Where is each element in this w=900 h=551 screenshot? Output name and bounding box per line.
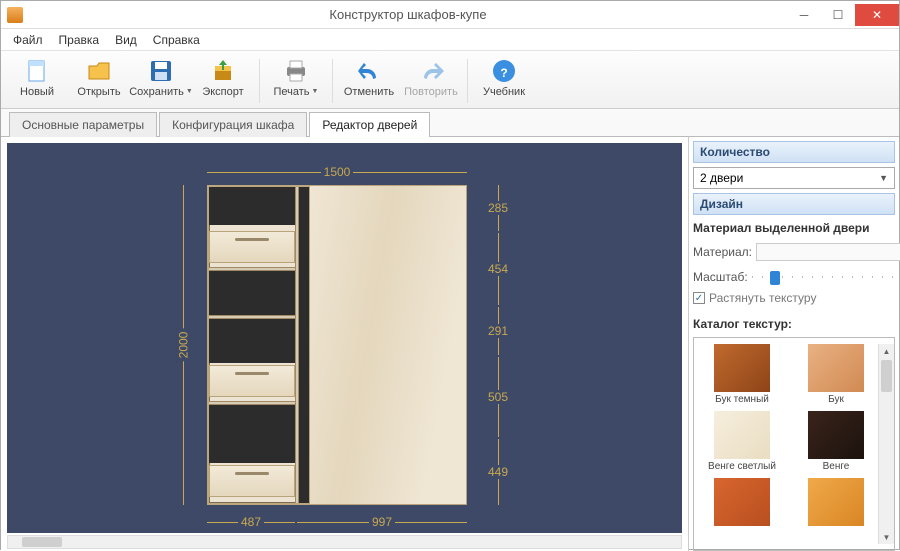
texture-thumb <box>714 478 770 526</box>
material-input[interactable] <box>756 243 900 261</box>
print-icon <box>282 57 310 85</box>
dim-col1: 487 <box>207 515 295 529</box>
door[interactable] <box>309 185 467 505</box>
dim-row: 454 <box>485 233 511 305</box>
dim-total-height: 2000 <box>167 185 200 505</box>
texture-caption: Венге <box>823 461 850 472</box>
door-count-select[interactable]: 2 двери ▼ <box>693 167 895 189</box>
app-icon <box>7 7 23 23</box>
texture-caption: Бук темный <box>715 394 769 405</box>
menubar: Файл Правка Вид Справка <box>1 29 899 51</box>
scrollbar-thumb[interactable] <box>881 360 892 392</box>
menu-view[interactable]: Вид <box>109 31 143 49</box>
menu-file[interactable]: Файл <box>7 31 49 49</box>
design-canvas[interactable]: 1500 2000 487 <box>7 143 682 533</box>
minimize-button[interactable]: ─ <box>787 4 821 26</box>
canvas-hscroll[interactable] <box>7 535 682 549</box>
tool-print[interactable]: Печать▼ <box>266 55 326 107</box>
svg-text:?: ? <box>500 66 507 80</box>
menu-help[interactable]: Справка <box>147 31 206 49</box>
texture-thumb <box>808 478 864 526</box>
undo-icon <box>355 57 383 85</box>
maximize-button[interactable]: ☐ <box>821 4 855 26</box>
texture-swatch[interactable]: Бук темный <box>700 344 784 405</box>
texture-thumb <box>714 411 770 459</box>
texture-thumb <box>714 344 770 392</box>
window-title: Конструктор шкафов-купе <box>29 7 787 22</box>
dim-row: 285 <box>485 185 511 231</box>
window-controls: ─ ☐ ✕ <box>787 4 899 26</box>
tool-tutorial[interactable]: ? Учебник <box>474 55 534 107</box>
titlebar: Конструктор шкафов-купе ─ ☐ ✕ <box>1 1 899 29</box>
main-area: 1500 2000 487 <box>1 137 899 551</box>
tab-doors[interactable]: Редактор дверей <box>309 112 430 137</box>
chevron-down-icon[interactable]: ▼ <box>312 88 319 95</box>
side-panel: Количество 2 двери ▼ Дизайн Материал выд… <box>689 137 899 551</box>
scale-label: Масштаб: <box>693 270 748 284</box>
panel-design-head: Дизайн <box>693 193 895 215</box>
scrollbar-thumb[interactable] <box>22 537 62 547</box>
close-button[interactable]: ✕ <box>855 4 899 26</box>
new-icon <box>23 57 51 85</box>
texture-swatch[interactable] <box>700 478 784 528</box>
tool-undo[interactable]: Отменить <box>339 55 399 107</box>
dim-row: 291 <box>485 307 511 355</box>
texture-swatch[interactable] <box>794 478 878 528</box>
catalog-label: Каталог текстур: <box>693 315 895 333</box>
redo-icon <box>417 57 445 85</box>
texture-swatch[interactable]: Венге светлый <box>700 411 784 472</box>
save-icon <box>147 57 175 85</box>
tool-save[interactable]: Сохранить▼ <box>131 55 191 107</box>
material-label: Материал: <box>693 245 752 259</box>
tab-strip: Основные параметры Конфигурация шкафа Ре… <box>1 109 899 137</box>
catalog-vscroll[interactable]: ▲ ▼ <box>878 344 894 544</box>
dim-row: 449 <box>485 439 511 505</box>
tab-params[interactable]: Основные параметры <box>9 112 157 137</box>
chevron-down-icon: ▼ <box>879 173 888 183</box>
drawer[interactable] <box>209 465 295 497</box>
texture-caption: Бук <box>828 394 844 405</box>
dim-col2: 997 <box>297 515 467 529</box>
canvas-wrap: 1500 2000 487 <box>1 137 689 551</box>
toolbar-separator <box>332 59 333 103</box>
dim-total-width: 1500 <box>207 165 467 179</box>
stretch-checkbox[interactable]: ✓ Растянуть текстуру <box>693 291 895 305</box>
chevron-down-icon[interactable]: ▼ <box>186 88 193 95</box>
checkbox-icon: ✓ <box>693 292 705 304</box>
texture-thumb <box>808 344 864 392</box>
open-icon <box>85 57 113 85</box>
cabinet[interactable] <box>207 185 467 505</box>
help-icon: ? <box>490 57 518 85</box>
menu-edit[interactable]: Правка <box>53 31 106 49</box>
dim-row: 505 <box>485 357 511 437</box>
toolbar-separator <box>467 59 468 103</box>
scroll-down-icon[interactable]: ▼ <box>879 530 894 544</box>
drawer[interactable] <box>209 231 295 263</box>
scroll-up-icon[interactable]: ▲ <box>879 344 894 358</box>
tool-export[interactable]: Экспорт <box>193 55 253 107</box>
scale-slider[interactable] <box>752 269 895 285</box>
export-icon <box>209 57 237 85</box>
panel-count-head: Количество <box>693 141 895 163</box>
texture-swatch[interactable]: Бук <box>794 344 878 405</box>
texture-catalog: Бук темный Бук Венге светлый Венге ▲ ▼ <box>693 337 895 551</box>
texture-caption: Венге светлый <box>708 461 776 472</box>
tool-redo: Повторить <box>401 55 461 107</box>
tool-new[interactable]: Новый <box>7 55 67 107</box>
material-section-label: Материал выделенной двери <box>693 219 895 237</box>
toolbar-separator <box>259 59 260 103</box>
door-count-value: 2 двери <box>700 171 743 185</box>
toolbar: Новый Открыть Сохранить▼ Экспорт Печать▼… <box>1 51 899 109</box>
drawer[interactable] <box>209 365 295 397</box>
tool-open[interactable]: Открыть <box>69 55 129 107</box>
texture-swatch[interactable]: Венге <box>794 411 878 472</box>
texture-thumb <box>808 411 864 459</box>
tab-config[interactable]: Конфигурация шкафа <box>159 112 307 137</box>
